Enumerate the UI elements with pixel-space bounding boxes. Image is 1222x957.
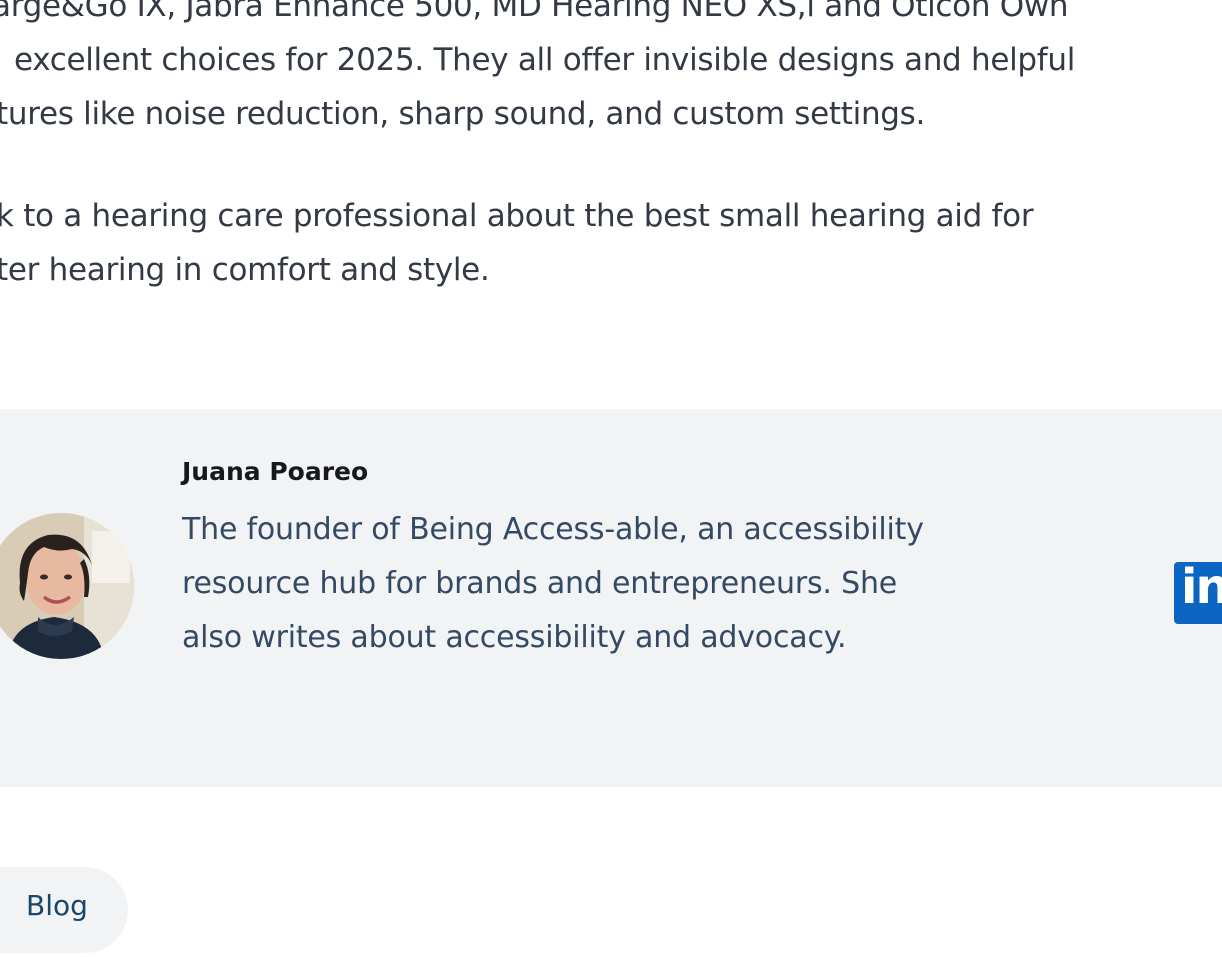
author-name: Juana Poareo [182,457,369,486]
author-bio-line: The founder of Being Access-able, an acc… [182,512,924,547]
article-paragraph-line: k to a hearing care professional about t… [0,198,1034,234]
article-body: arge&Go IX, Jabra Enhance 500, MD Hearin… [0,0,1222,300]
author-photo [0,513,134,659]
author-bio-line: resource hub for brands and entrepreneur… [182,566,898,601]
article-paragraph-line: arge&Go IX, Jabra Enhance 500, MD Hearin… [0,0,1069,24]
author-bio-line: also writes about accessibility and advo… [182,620,847,655]
article-paragraph-line: tures like noise reduction, sharp sound,… [0,96,926,132]
author-avatar [0,513,134,659]
blog-tag-label: Blog [26,889,88,922]
linkedin-icon[interactable]: in [1174,562,1222,624]
article-paragraph-line: excellent choices for 2025. They all off… [14,42,1076,78]
author-bio-box: Juana Poareo The founder of Being Access… [0,409,1222,787]
linkedin-label: in [1181,562,1222,615]
article-paragraph-line: ter hearing in comfort and style. [0,252,490,288]
blog-tag-button[interactable]: Blog [0,867,128,953]
